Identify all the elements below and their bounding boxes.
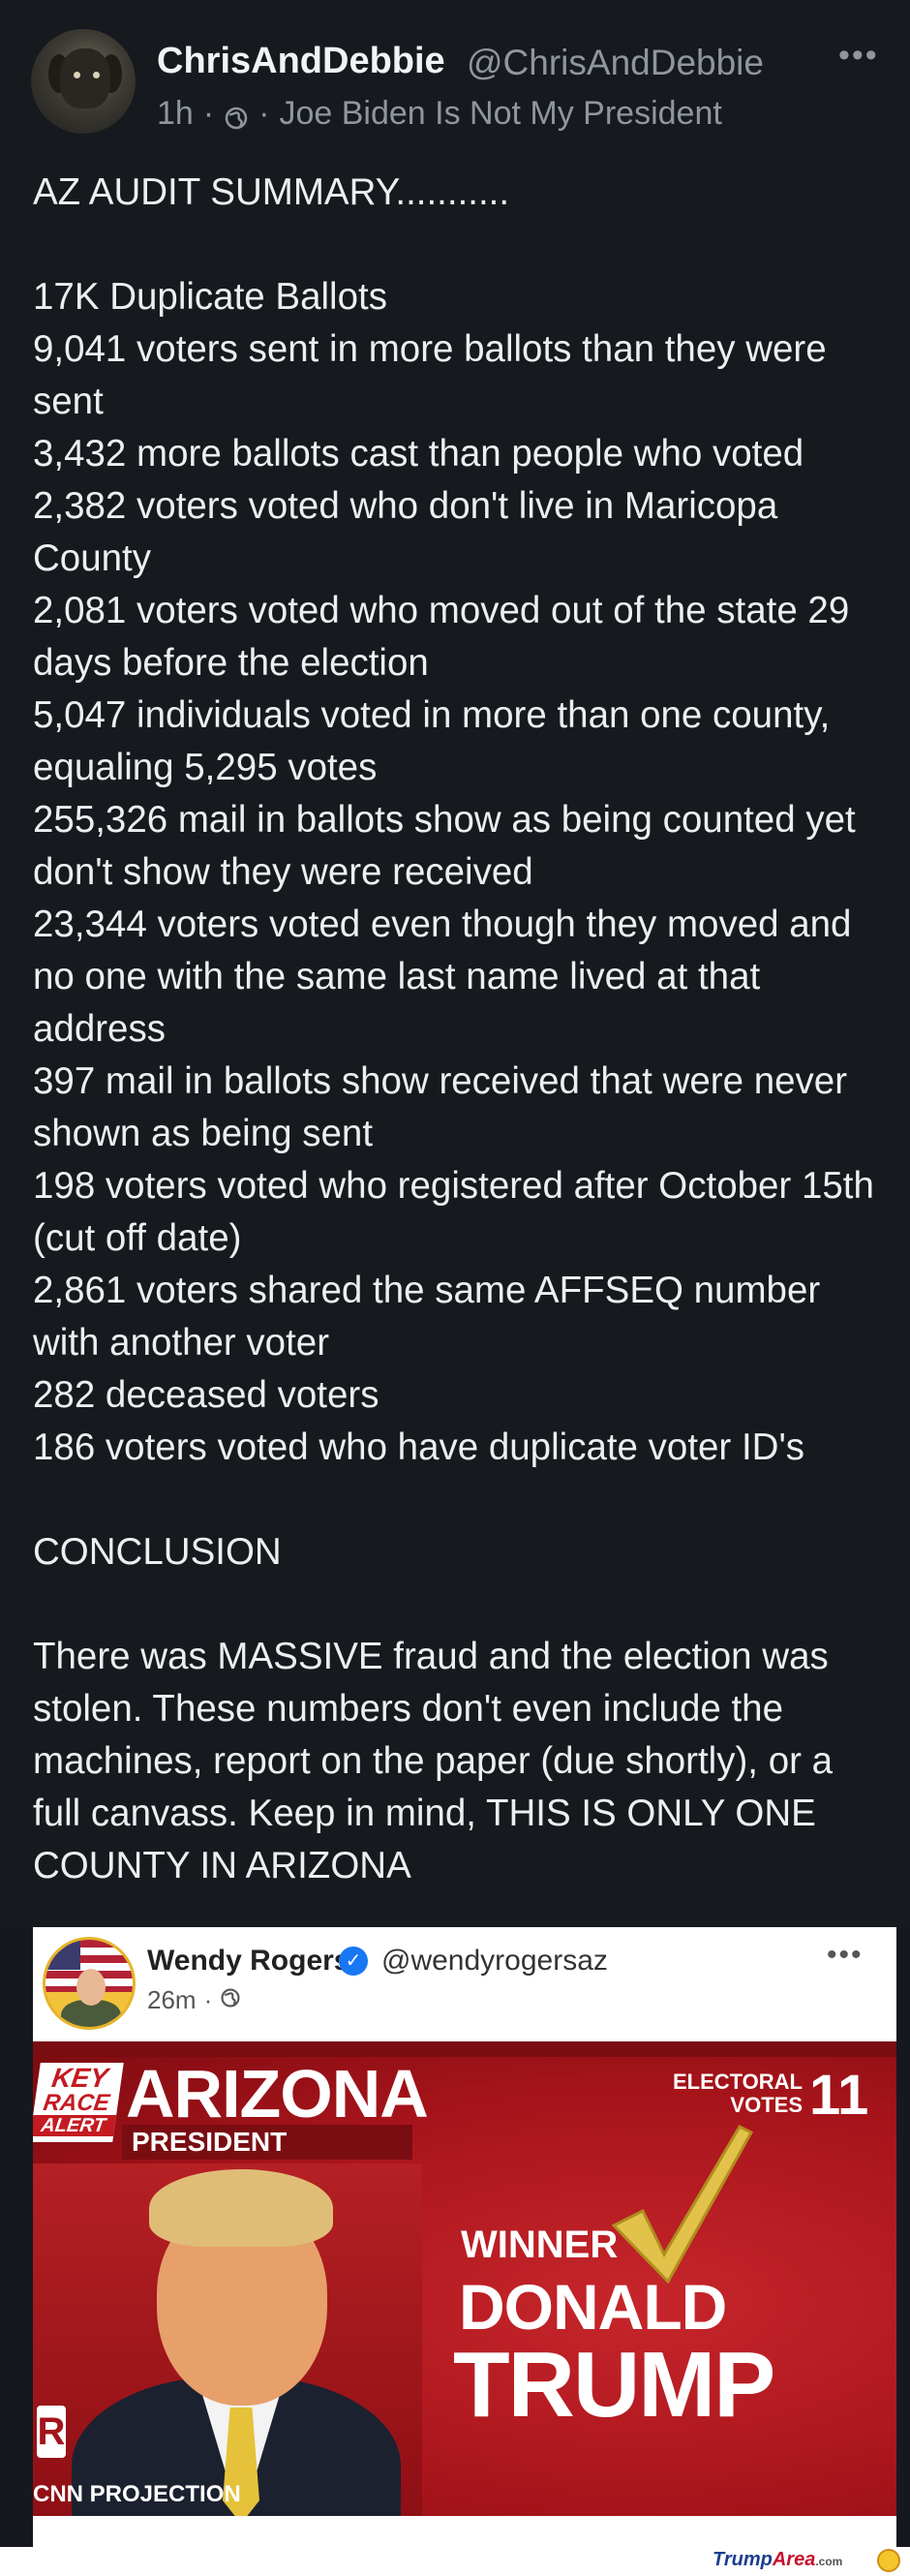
embed-globe-icon bbox=[220, 1985, 241, 2015]
electoral-votes-count: 11 bbox=[809, 2064, 869, 2127]
electoral-label-line-1: ELECTORAL bbox=[672, 2070, 803, 2094]
verified-check-icon: ✓ bbox=[339, 1947, 368, 1976]
badge-line-3: ALERT bbox=[33, 2115, 117, 2136]
meta-separator: · bbox=[202, 95, 215, 132]
meta-separator: · bbox=[258, 95, 270, 132]
candidate-photo: R bbox=[33, 2163, 422, 2516]
embed-author-handle[interactable]: @wendyrogersaz bbox=[381, 1945, 608, 1978]
watermark-brand-b: Area bbox=[772, 2549, 816, 2570]
post-list: 17K Duplicate Ballots 9,041 voters sent … bbox=[33, 276, 874, 1468]
embed-meta-separator: · bbox=[203, 1985, 213, 2014]
watermark-logo-icon bbox=[877, 2549, 900, 2572]
embed-more-options-icon[interactable]: ••• bbox=[827, 1939, 864, 1972]
key-race-alert-badge: KEY RACE ALERT bbox=[33, 2063, 124, 2142]
cnn-graphic: KEY RACE ALERT ARIZONA PRESIDENT ELECTOR… bbox=[33, 2041, 896, 2516]
author-handle[interactable]: @ChrisAndDebbie bbox=[467, 43, 764, 83]
embed-meta: 26m · bbox=[147, 1985, 241, 2015]
author-avatar[interactable] bbox=[31, 29, 136, 134]
post-body: AZ AUDIT SUMMARY........... 17K Duplicat… bbox=[33, 167, 885, 1892]
winner-last-name: TRUMP bbox=[453, 2333, 775, 2437]
state-title: ARIZONA bbox=[126, 2056, 429, 2131]
embed-author-avatar[interactable] bbox=[43, 1937, 136, 2030]
avatar-face bbox=[76, 1969, 106, 2006]
badge-line-2: RACE bbox=[42, 2090, 111, 2116]
network-logo: R bbox=[37, 2406, 66, 2458]
avatar-dog-eye-left bbox=[74, 72, 80, 78]
post-meta: 1h · · Joe Biden Is Not My President bbox=[157, 95, 722, 133]
globe-icon bbox=[224, 102, 249, 129]
badge-line-1: KEY bbox=[49, 2063, 110, 2093]
post-conclusion-heading: CONCLUSION bbox=[33, 1531, 282, 1573]
post-card: ChrisAndDebbie @ChrisAndDebbie ••• 1h · … bbox=[0, 0, 910, 1927]
avatar-dog-head bbox=[60, 48, 110, 108]
author-display-name[interactable]: ChrisAndDebbie bbox=[157, 41, 445, 82]
electoral-label-line-2: VOTES bbox=[730, 2093, 803, 2117]
more-options-icon[interactable]: ••• bbox=[838, 37, 879, 75]
photo-hair bbox=[149, 2169, 333, 2247]
race-label: PRESIDENT bbox=[122, 2125, 412, 2160]
embedded-screenshot[interactable]: Wendy Rogers ✓ @wendyrogersaz ••• 26m · … bbox=[33, 1927, 896, 2547]
post-heading: AZ AUDIT SUMMARY........... bbox=[33, 171, 510, 213]
electoral-votes-label: ELECTORAL VOTES bbox=[657, 2070, 803, 2117]
watermark-tld: .com bbox=[815, 2555, 843, 2568]
post-conclusion-text: There was MASSIVE fraud and the election… bbox=[33, 1636, 834, 1886]
avatar-flag-canton bbox=[46, 1940, 80, 1970]
post-time[interactable]: 1h bbox=[157, 95, 194, 133]
author-status: Joe Biden Is Not My President bbox=[279, 95, 722, 132]
cnn-projection-label: CNN PROJECTION bbox=[33, 2481, 241, 2507]
site-watermark: TrumpArea.com bbox=[713, 2549, 842, 2571]
winner-label: WINNER bbox=[461, 2223, 619, 2266]
embed-author-name[interactable]: Wendy Rogers bbox=[147, 1945, 350, 1978]
watermark-brand-a: Trump bbox=[713, 2549, 773, 2570]
embed-time[interactable]: 26m bbox=[147, 1985, 197, 2015]
avatar-dog-eye-right bbox=[93, 72, 100, 78]
checkmark-icon bbox=[611, 2125, 754, 2284]
